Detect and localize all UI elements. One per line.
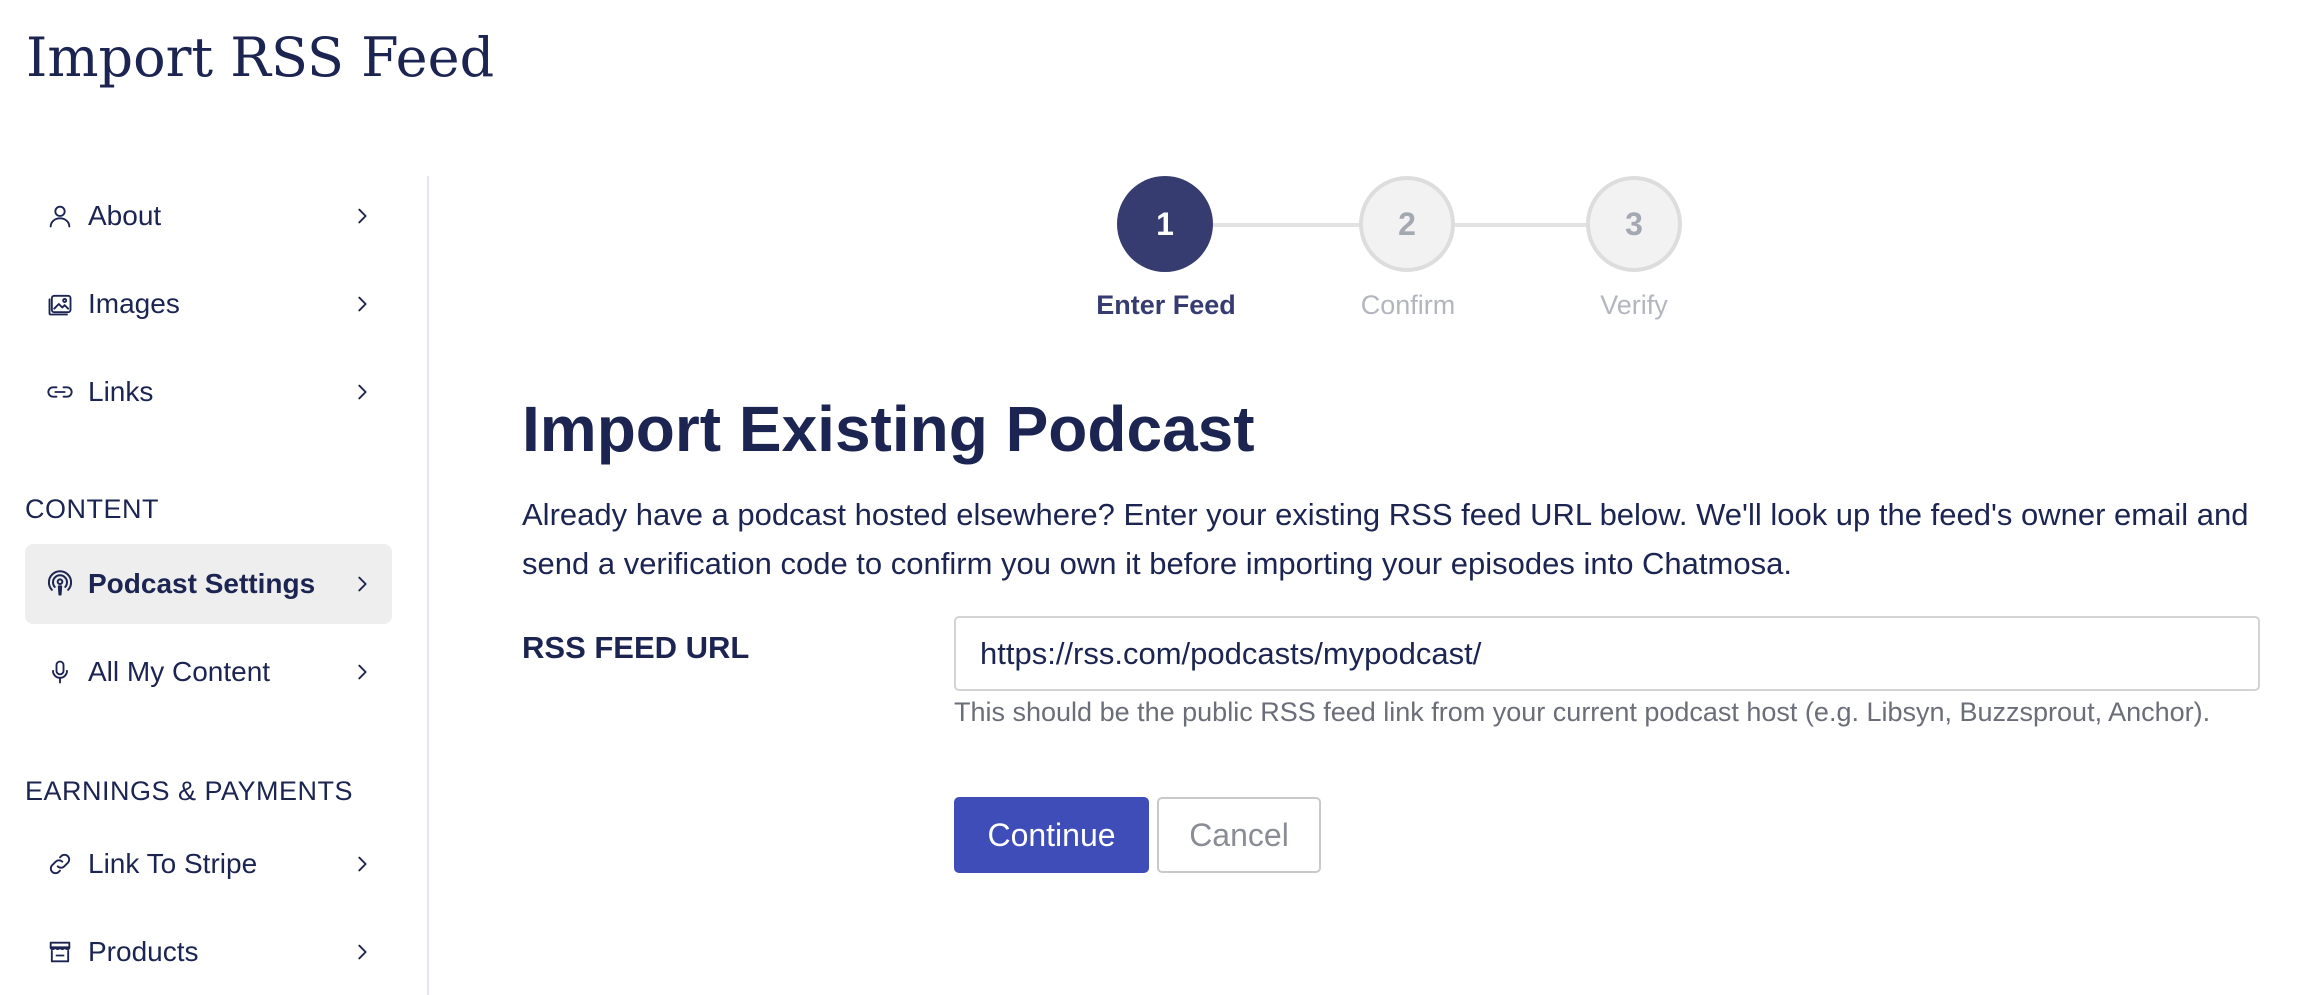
chevron-right-icon — [358, 664, 367, 680]
cancel-button[interactable]: Cancel — [1157, 797, 1321, 873]
sidebar-item-label: Link To Stripe — [88, 848, 258, 879]
step-2-circle: 2 — [1359, 176, 1455, 272]
sidebar-item-about[interactable]: About — [25, 176, 392, 256]
section-heading-earnings: EARNINGS & PAYMENTS — [25, 776, 354, 806]
sidebar-item-label: Images — [88, 288, 180, 319]
import-rss-page: Import RSS Feed About Images Links CONTE… — [0, 0, 2324, 995]
chevron-right-icon — [358, 576, 367, 592]
step-1-label: Enter Feed — [1096, 290, 1236, 320]
rss-feed-url-input[interactable] — [954, 616, 2260, 691]
store-icon — [45, 937, 75, 967]
sidebar-item-all-my-content[interactable]: All My Content — [25, 632, 392, 712]
chevron-right-icon — [358, 944, 367, 960]
podcast-icon — [45, 569, 75, 599]
step-3-label: Verify — [1600, 290, 1668, 320]
microphone-icon — [45, 657, 75, 687]
section-heading-content: CONTENT — [25, 494, 159, 524]
sidebar-item-label: Podcast Settings — [88, 568, 316, 599]
sidebar-item-images[interactable]: Images — [25, 264, 392, 344]
images-icon — [45, 289, 75, 319]
sidebar-item-label: Links — [88, 376, 154, 407]
chevron-right-icon — [358, 384, 367, 400]
sidebar-divider — [427, 176, 429, 995]
rss-feed-url-label: RSS FEED URL — [522, 630, 750, 665]
description-text: Already have a podcast hosted elsewhere?… — [522, 497, 2249, 581]
user-icon — [45, 201, 75, 231]
sidebar-item-products[interactable]: Products — [25, 912, 392, 992]
sidebar-item-links[interactable]: Links — [25, 352, 392, 432]
step-connector — [1455, 223, 1588, 227]
link-icon — [45, 377, 75, 407]
chevron-right-icon — [358, 856, 367, 872]
step-2-label: Confirm — [1360, 290, 1456, 320]
sidebar-item-link-to-stripe[interactable]: Link To Stripe — [25, 824, 392, 904]
link-icon — [45, 849, 75, 879]
chevron-right-icon — [358, 208, 367, 224]
step-3-circle: 3 — [1586, 176, 1682, 272]
sidebar-item-label: All My Content — [88, 656, 271, 687]
continue-button[interactable]: Continue — [954, 797, 1149, 873]
chevron-right-icon — [358, 296, 367, 312]
sidebar-item-label: About — [88, 200, 162, 231]
page-title: Import RSS Feed — [26, 26, 495, 89]
step-connector — [1213, 223, 1361, 227]
sidebar-item-label: Products — [88, 936, 199, 967]
sidebar-item-podcast-settings[interactable]: Podcast Settings — [25, 544, 392, 624]
section-heading: Import Existing Podcast — [522, 393, 1255, 465]
rss-feed-url-hint: This should be the public RSS feed link … — [954, 697, 2211, 727]
step-1-circle: 1 — [1117, 176, 1213, 272]
